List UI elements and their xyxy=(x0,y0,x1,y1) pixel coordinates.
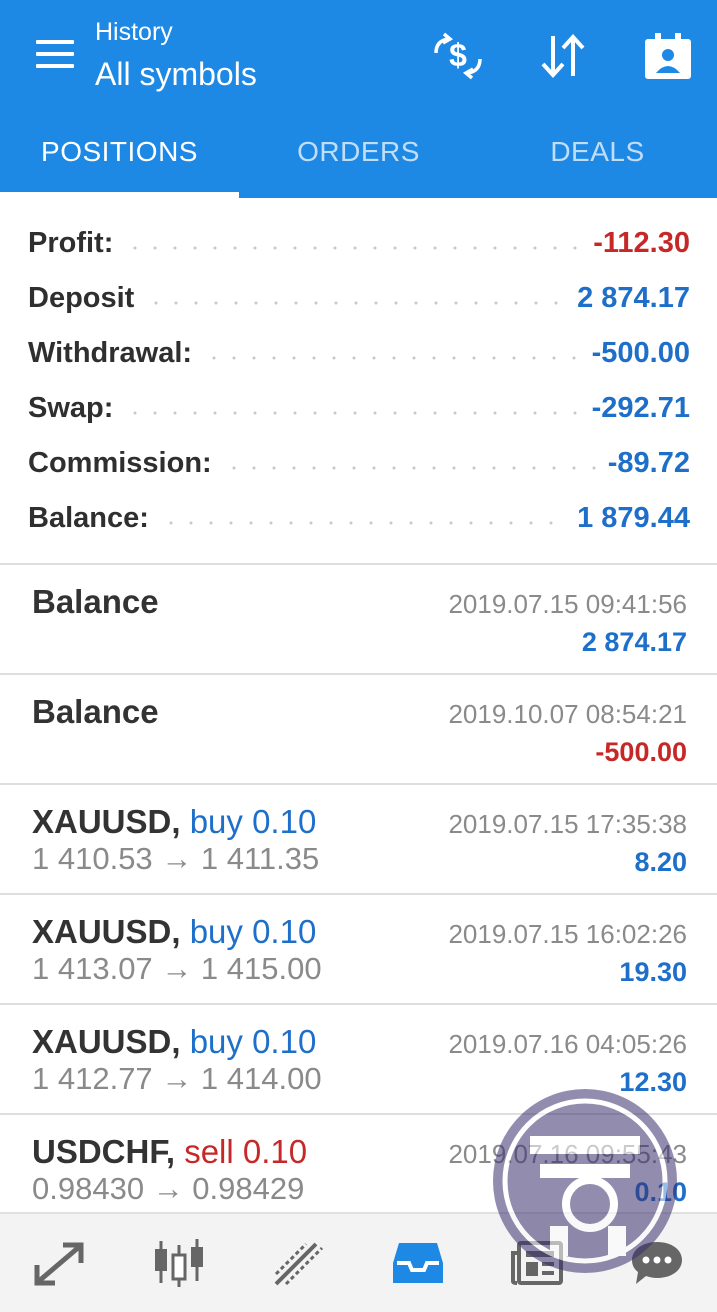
svg-text:$: $ xyxy=(449,37,467,73)
summary-value: -89.72 xyxy=(607,446,690,479)
nav-trade[interactable] xyxy=(239,1214,359,1312)
entry-profit: 12.30 xyxy=(619,1067,687,1097)
entry-symbol: XAUUSD, xyxy=(32,1023,181,1060)
entry-profit: 19.30 xyxy=(619,957,687,987)
summary-value: 2 874.17 xyxy=(577,281,690,314)
trend-line-icon xyxy=(274,1242,323,1286)
summary-value: -500.00 xyxy=(591,336,690,369)
calendar-icon[interactable] xyxy=(640,28,696,84)
entry-profit: 8.20 xyxy=(634,847,687,877)
entry-direction: buy 0.10 xyxy=(189,803,317,840)
nav-chat[interactable] xyxy=(598,1214,717,1312)
bottom-navigation xyxy=(0,1212,717,1312)
summary-label: Withdrawal: xyxy=(28,336,193,369)
summary-label: Deposit xyxy=(28,281,135,314)
chat-icon xyxy=(632,1242,683,1284)
summary-value: -292.71 xyxy=(591,391,690,424)
dotted-leader xyxy=(125,411,580,415)
list-item-balance[interactable]: Balance 2019.10.07 08:54:21 -500.00 xyxy=(0,675,717,783)
entry-direction: buy 0.10 xyxy=(189,1023,317,1060)
entry-title: XAUUSD, buy 0.10 xyxy=(32,1023,316,1061)
quotes-arrows-icon xyxy=(34,1242,84,1286)
entry-profit: -500.00 xyxy=(595,737,687,767)
summary-label: Balance: xyxy=(28,501,149,534)
summary-row-withdrawal: Withdrawal: -500.00 xyxy=(28,328,690,378)
symbol-filter-title[interactable]: All symbols xyxy=(95,56,257,93)
nav-history[interactable] xyxy=(359,1214,479,1312)
summary-value: 1 879.44 xyxy=(577,501,690,534)
entry-time: 2019.07.15 09:41:56 xyxy=(448,589,687,619)
news-icon xyxy=(510,1241,563,1285)
app-bar: History All symbols $ POSITIONS ORDERS D… xyxy=(0,0,717,198)
entry-title: Balance xyxy=(32,693,159,730)
dotted-leader xyxy=(125,246,582,250)
list-item-position[interactable]: XAUUSD, buy 0.10 1 413.07 → 1 415.00 201… xyxy=(0,895,717,1003)
nav-news[interactable] xyxy=(478,1214,598,1312)
tab-orders[interactable]: ORDERS xyxy=(239,118,478,198)
entry-symbol: XAUUSD, xyxy=(32,803,181,840)
dotted-leader xyxy=(160,521,566,525)
entry-title: XAUUSD, buy 0.10 xyxy=(32,803,316,841)
dotted-leader xyxy=(146,301,566,305)
entry-time: 2019.07.16 09:55:43 xyxy=(448,1139,687,1169)
inbox-history-icon xyxy=(393,1243,444,1283)
list-item-position[interactable]: XAUUSD, buy 0.10 1 410.53 → 1 411.35 201… xyxy=(0,785,717,893)
entry-prices: 1 412.77 → 1 414.00 xyxy=(32,1061,322,1096)
dotted-leader xyxy=(223,466,596,470)
summary-row-profit: Profit: -112.30 xyxy=(28,218,690,268)
entry-title: XAUUSD, buy 0.10 xyxy=(32,913,316,951)
entry-prices: 0.98430 → 0.98429 xyxy=(32,1171,305,1206)
entry-prices: 1 410.53 → 1 411.35 xyxy=(32,841,320,876)
entry-direction: sell 0.10 xyxy=(184,1133,308,1170)
candlestick-chart-icon xyxy=(155,1239,204,1287)
entry-time: 2019.07.15 16:02:26 xyxy=(448,919,687,949)
summary-row-commission: Commission: -89.72 xyxy=(28,438,690,488)
list-item-balance[interactable]: Balance 2019.07.15 09:41:56 2 874.17 xyxy=(0,565,717,673)
entry-time: 2019.10.07 08:54:21 xyxy=(448,699,687,729)
summary-label: Swap: xyxy=(28,391,114,424)
entry-direction: buy 0.10 xyxy=(189,913,317,950)
nav-quotes[interactable] xyxy=(0,1214,120,1312)
entry-title: USDCHF, sell 0.10 xyxy=(32,1133,307,1171)
summary-row-deposit: Deposit 2 874.17 xyxy=(28,273,690,323)
entry-time: 2019.07.16 04:05:26 xyxy=(448,1029,687,1059)
tab-bar: POSITIONS ORDERS DEALS xyxy=(0,118,717,198)
summary-label: Commission: xyxy=(28,446,212,479)
list-item-position[interactable]: XAUUSD, buy 0.10 1 412.77 → 1 414.00 201… xyxy=(0,1005,717,1113)
summary-row-balance: Balance: 1 879.44 xyxy=(28,493,690,543)
entry-prices: 1 413.07 → 1 415.00 xyxy=(32,951,322,986)
entry-symbol: XAUUSD, xyxy=(32,913,181,950)
sort-icon[interactable] xyxy=(535,28,591,84)
currency-exchange-icon[interactable]: $ xyxy=(430,28,486,84)
summary-value: -112.30 xyxy=(593,226,690,259)
summary-row-swap: Swap: -292.71 xyxy=(28,383,690,433)
summary-label: Profit: xyxy=(28,226,114,259)
dotted-leader xyxy=(204,356,580,360)
page-subtitle: History xyxy=(95,18,173,46)
history-summary: Profit: -112.30 Deposit 2 874.17 Withdra… xyxy=(0,198,717,564)
entry-time: 2019.07.15 17:35:38 xyxy=(448,809,687,839)
entry-profit: 2 874.17 xyxy=(581,627,687,657)
nav-chart[interactable] xyxy=(120,1214,240,1312)
entry-symbol: USDCHF, xyxy=(32,1133,176,1170)
entry-profit: 0.10 xyxy=(634,1177,687,1207)
tab-deals[interactable]: DEALS xyxy=(478,118,717,198)
menu-icon[interactable] xyxy=(36,38,74,70)
list-item-position[interactable]: USDCHF, sell 0.10 0.98430 → 0.98429 2019… xyxy=(0,1115,717,1212)
entry-title: Balance xyxy=(32,583,159,620)
tab-positions[interactable]: POSITIONS xyxy=(0,118,239,198)
